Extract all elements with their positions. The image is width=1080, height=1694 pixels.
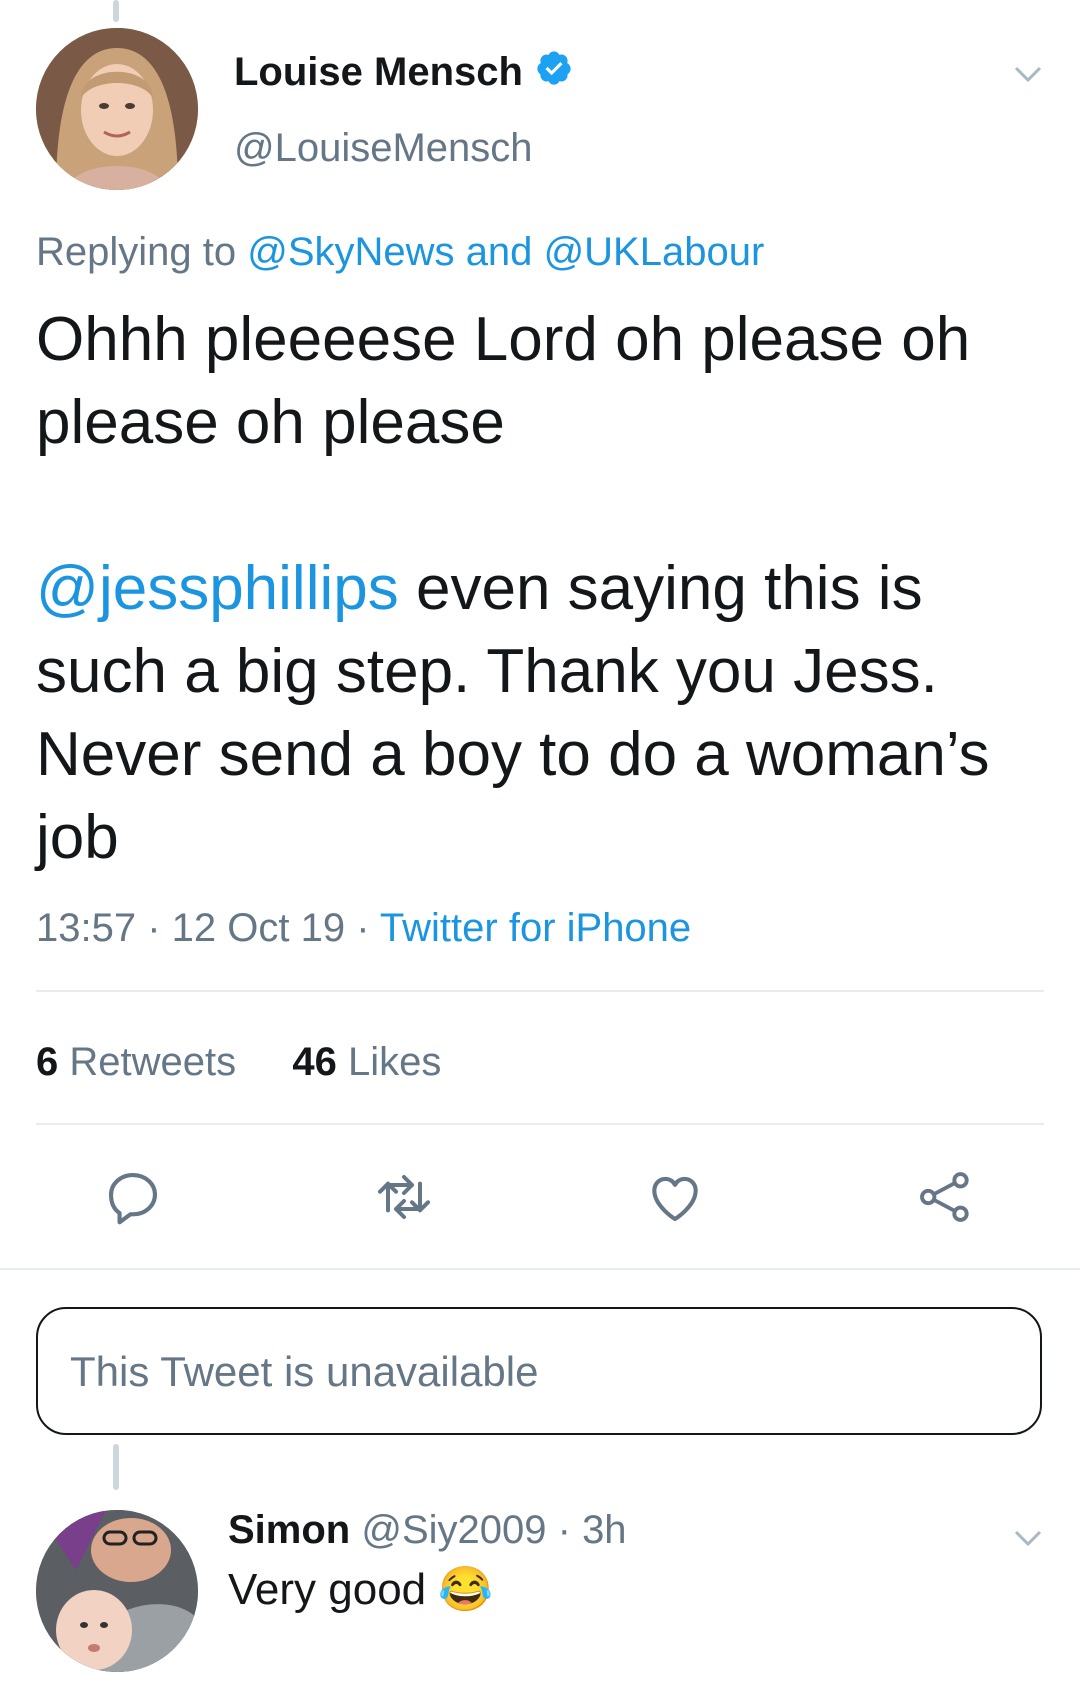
reply-to-link-skynews[interactable]: @SkyNews <box>247 230 454 274</box>
chevron-down-icon[interactable] <box>1010 1520 1046 1556</box>
section-divider <box>0 1268 1080 1270</box>
reply-author-name[interactable]: Simon <box>228 1508 350 1552</box>
tweet-date: 12 Oct 19 <box>171 906 346 950</box>
share-icon[interactable] <box>910 1162 980 1232</box>
like-icon[interactable] <box>640 1162 710 1232</box>
tweet-text-line1: Ohhh pleeeese Lord oh please oh please o… <box>36 305 971 457</box>
replying-prefix: Replying to <box>36 230 237 274</box>
reply-author-handle[interactable]: @Siy2009 <box>361 1508 546 1552</box>
retweets-count: 6 <box>36 1040 59 1084</box>
avatar-image <box>36 28 198 190</box>
retweets-label: Retweets <box>69 1040 237 1084</box>
author-handle[interactable]: @LouiseMensch <box>234 120 533 176</box>
reply-header: Simon @Siy2009 · 3h <box>228 1508 627 1552</box>
reply-text-body: Very good <box>228 1565 427 1614</box>
tweet-text-line2: @jessphillips even saying this is such a… <box>36 547 1046 879</box>
retweet-icon[interactable] <box>369 1162 439 1232</box>
tweet-text: Ohhh pleeeese Lord oh please oh please o… <box>36 298 1046 879</box>
avatar[interactable] <box>36 28 198 190</box>
verified-badge-icon <box>535 46 573 102</box>
author-name[interactable]: Louise Mensch <box>234 50 523 94</box>
divider <box>36 990 1044 992</box>
reply-text: Very good 😂 <box>228 1560 493 1620</box>
unavailable-text: This Tweet is unavailable <box>70 1348 539 1395</box>
replying-to: Replying to @SkyNews and @UKLabour <box>36 224 764 280</box>
likes-count: 46 <box>292 1040 337 1084</box>
tears-of-joy-emoji-icon: 😂 <box>438 1565 494 1614</box>
thread-line-reply <box>113 1444 119 1490</box>
reply-time: 3h <box>582 1508 627 1552</box>
tweet-meta: 13:57 · 12 Oct 19 · Twitter for iPhone <box>36 906 692 950</box>
mention-link[interactable]: @jessphillips <box>36 554 399 623</box>
tweet-stats: 6 Retweets 46 Likes <box>36 1034 441 1090</box>
unavailable-tweet-card: This Tweet is unavailable <box>36 1307 1042 1435</box>
likes-stat[interactable]: 46 Likes <box>292 1040 441 1084</box>
reply-avatar-image <box>36 1510 198 1672</box>
tweet-time: 13:57 <box>36 906 137 950</box>
reply-avatar[interactable] <box>36 1510 198 1672</box>
reply-to-link-uklabour[interactable]: @UKLabour <box>544 230 765 274</box>
reply-and-link[interactable]: and <box>466 230 533 274</box>
thread-line-top <box>113 0 119 22</box>
likes-label: Likes <box>348 1040 442 1084</box>
divider <box>36 1123 1044 1125</box>
reply-icon[interactable] <box>98 1162 168 1232</box>
tweet-source[interactable]: Twitter for iPhone <box>380 906 691 950</box>
retweets-stat[interactable]: 6 Retweets <box>36 1040 236 1084</box>
chevron-down-icon[interactable] <box>1010 56 1046 92</box>
